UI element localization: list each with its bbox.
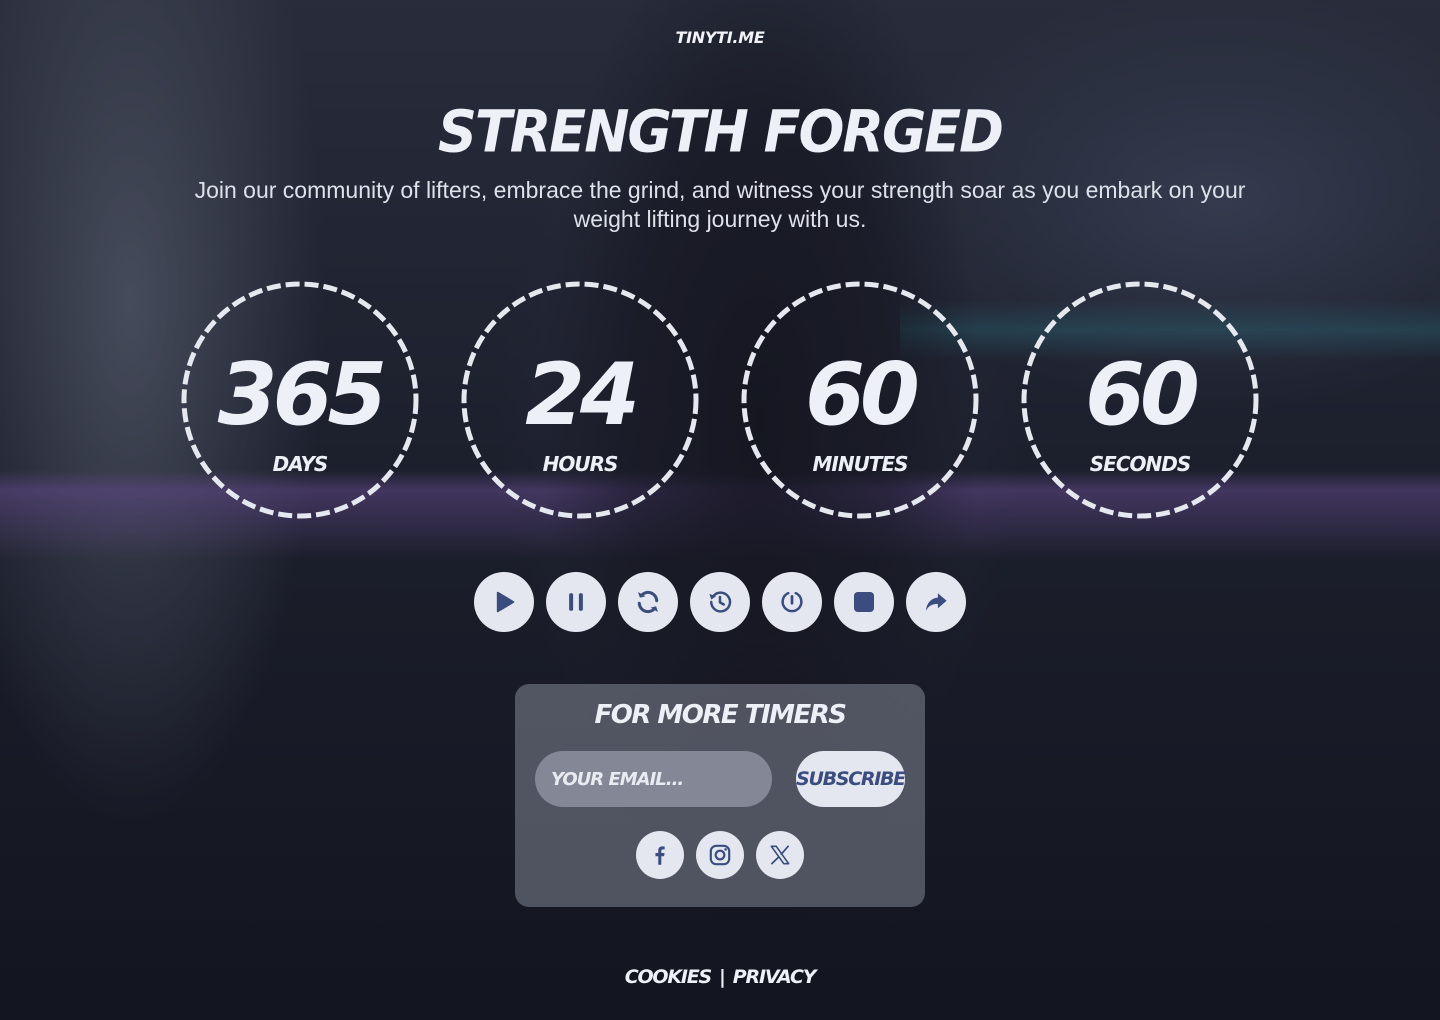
timer-seconds: 60 SECONDS (1020, 280, 1260, 520)
minutes-value: 60 (805, 345, 920, 445)
days-value: 365 (217, 345, 388, 445)
footer-separator: | (719, 966, 726, 988)
instagram-icon (709, 844, 731, 866)
privacy-link[interactable]: PRIVACY (733, 966, 817, 988)
subscribe-title: FOR MORE TIMERS (594, 700, 847, 730)
timer-days: 365 DAYS (180, 280, 420, 520)
page-subtitle: Join our community of lifters, embrace t… (194, 177, 1246, 232)
instagram-link[interactable] (696, 831, 744, 879)
timer-reset-icon (781, 591, 803, 613)
seconds-value: 60 (1085, 345, 1200, 445)
timer-minutes: 60 MINUTES (740, 280, 980, 520)
subscribe-panel: FOR MORE TIMERS SUBSCRIBE (515, 684, 925, 907)
facebook-link[interactable] (636, 831, 684, 879)
timer-reset-button[interactable] (762, 572, 822, 632)
x-link[interactable] (756, 831, 804, 879)
share-button[interactable] (906, 572, 966, 632)
play-button[interactable] (474, 572, 534, 632)
stop-icon (854, 592, 874, 612)
facebook-icon (655, 846, 665, 865)
hours-value: 24 (525, 345, 640, 445)
minutes-label: MINUTES (812, 452, 908, 476)
page-title: STRENGTH FORGED (438, 97, 1004, 166)
refresh-button[interactable] (618, 572, 678, 632)
email-input[interactable] (535, 751, 772, 807)
history-button[interactable] (690, 572, 750, 632)
timer-controls (474, 572, 968, 632)
footer: COOKIES | PRIVACY (0, 966, 1440, 988)
pause-icon (569, 593, 583, 611)
countdown-timers: 365 DAYS 24 HOURS 60 MINUTES 60 SECONDS (180, 280, 1260, 520)
x-icon (770, 845, 790, 865)
cookies-link[interactable]: COOKIES (625, 966, 713, 988)
days-label: DAYS (272, 452, 329, 476)
timer-hours: 24 HOURS (460, 280, 700, 520)
site-logo[interactable]: TINYTI.ME (0, 28, 1440, 47)
refresh-icon (637, 590, 659, 614)
hours-label: HOURS (542, 452, 619, 476)
pause-button[interactable] (546, 572, 606, 632)
seconds-label: SECONDS (1089, 452, 1192, 476)
stop-button[interactable] (834, 572, 894, 632)
history-icon (709, 591, 732, 613)
share-icon (926, 593, 947, 611)
subscribe-button[interactable]: SUBSCRIBE (796, 751, 906, 807)
play-icon (496, 591, 515, 613)
